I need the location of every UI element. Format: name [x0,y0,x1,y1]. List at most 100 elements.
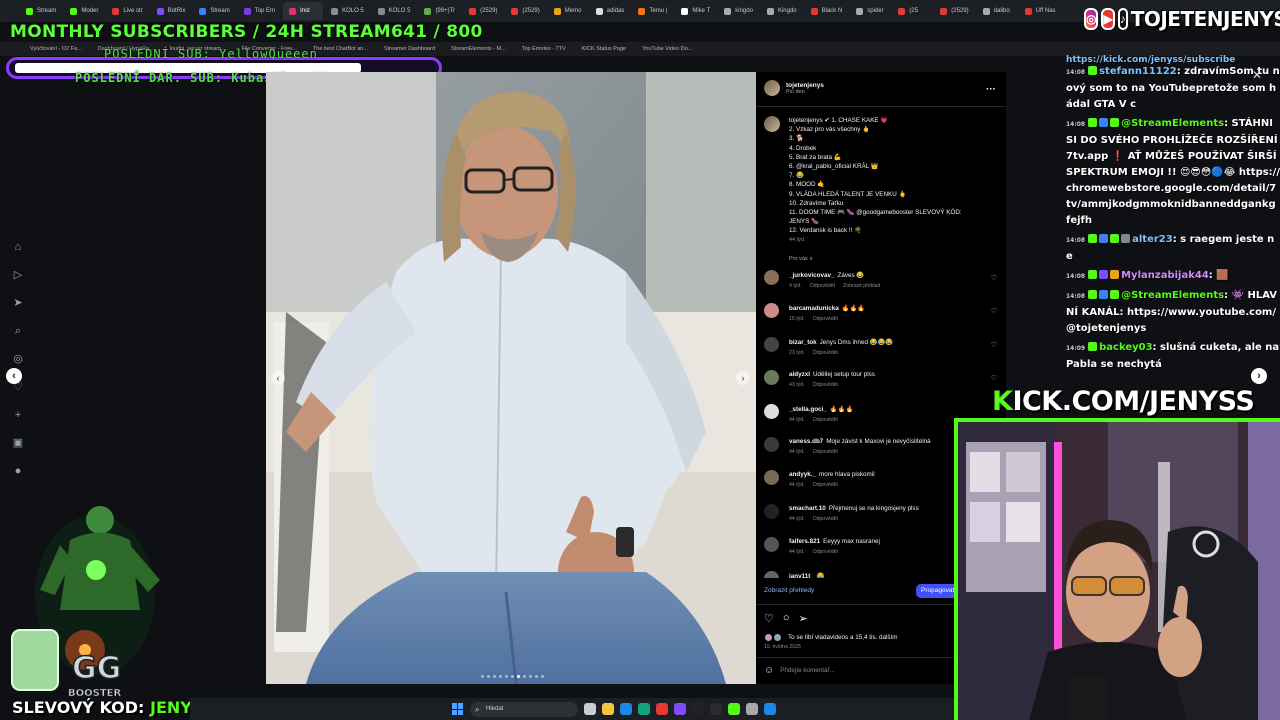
comment-username[interactable]: vaness.db7 [789,438,823,445]
comment-username[interactable]: aidyzxl [789,371,810,378]
close-icon[interactable]: ✕ [1252,68,1262,82]
taskbar-app-icon[interactable] [692,703,704,715]
browser-tab[interactable]: Top Em [238,2,281,20]
previous-post-button[interactable]: ‹ [6,368,22,384]
bookmark-item[interactable]: Streamer Dashboard [384,46,435,52]
comment-icon[interactable]: ○ [783,612,790,625]
reply-link[interactable]: Odpovědět [813,382,838,388]
for-you-toggle[interactable]: Pro vás ∨ [789,256,813,262]
chat-username[interactable]: @StreamElements [1121,290,1224,301]
taskbar-app-icon[interactable] [620,703,632,715]
caption-avatar[interactable] [764,116,780,132]
browser-tab[interactable]: Stream [20,2,62,20]
chat-top-link[interactable]: https://kick.com/jenyss/subscribe [1066,52,1280,64]
bookmark-item[interactable]: Vyúčtování - O2 Fa... [30,46,82,52]
reels-icon[interactable]: ▷ [11,268,25,282]
windows-start-icon[interactable] [452,703,464,715]
photo-prev-arrow[interactable]: ‹ [271,371,285,385]
chat-username[interactable]: stefann11122 [1099,66,1177,77]
browser-tab[interactable]: Stream [193,2,235,20]
comment-username[interactable]: barcamadunicka [789,305,839,312]
browser-tab[interactable]: Memo [548,2,588,20]
bookmark-item[interactable]: StreamElements - M... [451,46,506,52]
browser-tab[interactable]: (2529) [934,2,974,20]
bookmark-item[interactable]: KICK Status Page [582,46,626,52]
browser-tab[interactable]: Mike T [675,2,716,20]
taskbar-app-icon[interactable] [638,703,650,715]
bookmark-item[interactable]: YouTube Video Do... [642,46,692,52]
add-comment-field[interactable]: ☺ Přidejte komentář... [764,665,835,676]
reply-link[interactable]: Odpovědět [810,283,835,289]
browser-tab[interactable]: KOLO 5 [372,2,417,20]
browser-tab[interactable]: adidas [590,2,631,20]
bookmark-item[interactable]: Top Emotes - 7TV [522,46,566,52]
commenter-avatar[interactable] [764,503,779,519]
browser-tab[interactable]: Temu | [632,2,673,20]
search-icon[interactable]: ⌕ [11,324,25,338]
share-icon[interactable]: ➢ [799,612,808,625]
commenter-avatar[interactable] [764,470,779,486]
author-avatar[interactable] [764,80,780,96]
browser-tab[interactable]: Inst [283,2,324,20]
home-icon[interactable]: ⌂ [11,240,25,254]
reply-link[interactable]: Odpovědět [813,482,838,488]
show-insights-link[interactable]: Zobrazit přehledy [764,587,814,594]
taskbar-app-icon[interactable] [710,703,722,715]
author-username[interactable]: tojetenjenys [786,82,824,89]
comment-like-icon[interactable]: ♡ [991,341,997,349]
profile-icon[interactable]: ● [11,464,25,478]
taskbar-app-icon[interactable] [728,703,740,715]
reply-link[interactable]: Odpovědět [813,350,838,356]
taskbar-app-icon[interactable] [656,703,668,715]
taskbar-search[interactable]: Hledat [470,701,578,717]
browser-tab[interactable]: KOLO 5 [325,2,370,20]
browser-tab[interactable]: (25 [892,2,932,20]
reply-link[interactable]: Odpovědět [813,449,838,455]
commenter-avatar[interactable] [764,537,779,553]
emoji-icon[interactable]: ☺ [764,665,774,676]
comment-like-icon[interactable]: ♡ [991,307,997,315]
commenter-avatar[interactable] [764,370,779,386]
browser-tab[interactable]: (2529) [505,2,545,20]
comment-like-icon[interactable]: ♡ [991,274,997,282]
chat-username[interactable]: @StreamElements [1121,118,1224,129]
chat-username[interactable]: Mylanzabijak44 [1121,270,1209,281]
comment-username[interactable]: bizar_tok [789,339,817,346]
browser-tab[interactable]: Moder [64,2,104,20]
commenter-avatar[interactable] [764,570,779,578]
like-icon[interactable]: ♡ [764,612,774,625]
dashboard-icon[interactable]: ▣ [11,436,25,450]
comment-username[interactable]: smachart.10 [789,505,826,512]
browser-tab[interactable]: (99+)Tr [418,2,461,20]
chat-username[interactable]: backey03 [1099,342,1152,353]
comment-username[interactable]: janv11t_ [789,573,814,578]
reply-link[interactable]: Odpovědět [813,417,838,423]
reply-link[interactable]: Odpovědět [813,316,838,322]
browser-tab[interactable]: dalibo [977,2,1017,20]
create-icon[interactable]: + [11,408,25,422]
browser-tab[interactable]: Uff Nas [1019,2,1062,20]
comment-username[interactable]: faifers.821 [789,538,820,545]
more-options-icon[interactable]: ··· [986,84,996,95]
reply-link[interactable]: Odpovědět [813,516,838,522]
commenter-avatar[interactable] [764,336,779,352]
bookmark-item[interactable]: The best ChatBot an... [313,46,368,52]
commenter-avatar[interactable] [764,403,779,419]
browser-tab[interactable]: (2529) [463,2,503,20]
photo-next-arrow[interactable]: › [736,371,750,385]
likes-text[interactable]: To se líbí vladavideos a 15,4 tis. další… [788,634,898,641]
taskbar-app-icon[interactable] [764,703,776,715]
comment-username[interactable]: _stella.goci_ [789,406,827,413]
commenter-avatar[interactable] [764,436,779,452]
commenter-avatar[interactable] [764,303,779,319]
send-icon[interactable]: ➤ [11,296,25,310]
comment-like-icon[interactable]: ♡ [991,374,997,382]
comment-username[interactable]: andyyk._ [789,471,816,478]
explore-icon[interactable]: ◎ [11,352,25,366]
taskbar-app-icon[interactable] [602,703,614,715]
taskbar-app-icon[interactable] [584,703,596,715]
translate-link[interactable]: Zobrazit překlad [843,283,880,289]
browser-tab[interactable]: kingdo [718,2,759,20]
commenter-avatar[interactable] [764,270,779,285]
taskbar-app-icon[interactable] [746,703,758,715]
